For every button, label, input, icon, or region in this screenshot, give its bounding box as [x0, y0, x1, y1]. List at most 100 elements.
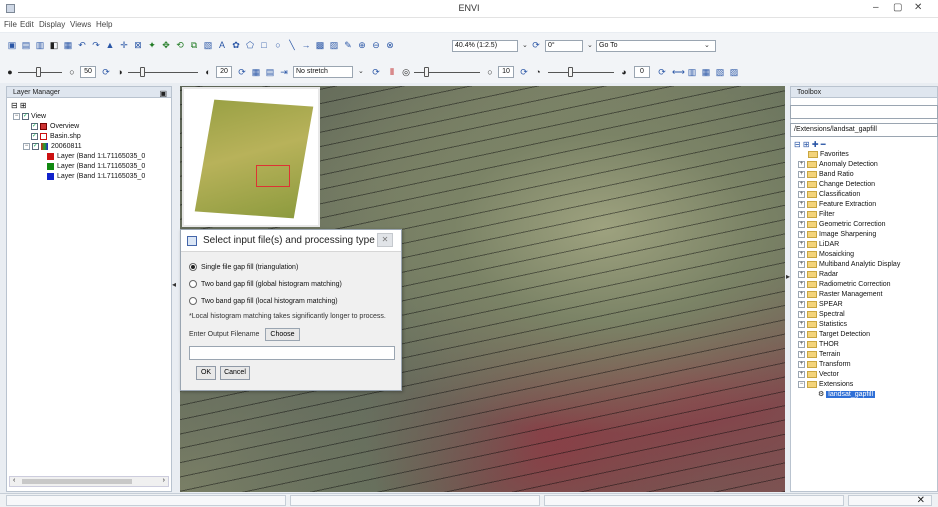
toolbox-folder-transform[interactable]: + Transform — [798, 360, 851, 369]
chevron-down-icon[interactable]: ⌄ — [522, 41, 528, 49]
polygon-icon[interactable]: ⬠ — [244, 39, 256, 51]
sharpen-slider-thumb[interactable] — [424, 67, 429, 77]
toolbox-folder-statistics[interactable]: + Statistics — [798, 320, 847, 329]
open-icon[interactable]: ▣ — [6, 39, 18, 51]
menu-views[interactable]: Views — [70, 20, 91, 29]
expand-icon[interactable]: + — [798, 350, 805, 358]
select-icon[interactable]: ▲ — [104, 39, 116, 51]
toolbox-search-input[interactable] — [790, 105, 938, 119]
symbol-icon[interactable]: ✿ — [230, 39, 242, 51]
visibility-checkbox[interactable]: ✓ — [32, 142, 39, 150]
pan-icon[interactable]: ✥ — [160, 39, 172, 51]
toolbox-folder-spectral[interactable]: + Spectral — [798, 310, 845, 319]
expand-icon[interactable]: + — [798, 210, 805, 218]
scroll-thumb[interactable] — [22, 479, 132, 484]
expand-icon[interactable]: + — [798, 260, 805, 268]
chevron-down-icon[interactable]: ⌄ — [704, 41, 710, 49]
expand-icon[interactable]: + — [798, 240, 805, 248]
portal-icon[interactable]: ⧉ — [188, 39, 200, 51]
measure-icon[interactable]: ✎ — [342, 39, 354, 51]
horizontal-scrollbar[interactable]: ‹ › — [9, 476, 169, 487]
stretch-histogram-icon[interactable]: ▦ — [250, 66, 262, 78]
picture-icon[interactable]: ▩ — [314, 39, 326, 51]
crosshair-icon[interactable]: ✛ — [118, 39, 130, 51]
ellipse-icon[interactable]: ○ — [272, 39, 284, 51]
chip-view-icon[interactable]: ▨ — [728, 66, 740, 78]
minimize-button[interactable]: – — [873, 2, 879, 13]
expand-icon[interactable]: + — [798, 330, 805, 338]
expand-icon[interactable]: + — [798, 160, 805, 168]
toolbox-folder-radiometric-correction[interactable]: + Radiometric Correction — [798, 280, 891, 289]
transparency-value[interactable]: 0 — [634, 66, 650, 78]
ok-button[interactable]: OK — [196, 366, 216, 380]
tree-item-band-red[interactable]: Layer (Band 1:L71165035_0 — [47, 152, 145, 161]
toolbox-folder-vector[interactable]: + Vector — [798, 370, 839, 379]
reset-transparency-icon[interactable]: ⟳ — [656, 66, 668, 78]
overview-window[interactable] — [182, 87, 320, 227]
reset-contrast-icon[interactable]: ⟳ — [236, 66, 248, 78]
cursor-value-icon[interactable]: ◧ — [48, 39, 60, 51]
chevron-down-icon[interactable]: ⌄ — [587, 41, 593, 49]
expand-icon[interactable]: + — [798, 360, 805, 368]
chevron-down-icon[interactable]: ⌄ — [358, 67, 364, 75]
redo-icon[interactable]: ↷ — [90, 39, 102, 51]
reset-brightness-icon[interactable]: ⟳ — [100, 66, 112, 78]
layer-manager-icon[interactable]: ▥ — [34, 39, 46, 51]
visibility-checkbox[interactable]: ✓ — [22, 112, 29, 120]
visibility-checkbox[interactable]: ✓ — [31, 122, 38, 130]
rectangle-icon[interactable]: □ — [258, 39, 270, 51]
expand-icon[interactable]: + — [798, 290, 805, 298]
expand-icon[interactable]: + — [798, 280, 805, 288]
undo-icon[interactable]: ↶ — [76, 39, 88, 51]
toolbox-folder-image-sharpening[interactable]: + Image Sharpening — [798, 230, 876, 239]
fly-icon[interactable]: ✦ — [146, 39, 158, 51]
sharpen-value[interactable]: 10 — [498, 66, 514, 78]
output-filename-input[interactable] — [189, 346, 395, 360]
plot-icon[interactable]: ▨ — [328, 39, 340, 51]
goto-field[interactable]: Go To — [596, 40, 716, 52]
line-icon[interactable]: ╲ — [286, 39, 298, 51]
collapse-all-icon[interactable]: ⊟ ⊞ — [11, 101, 27, 110]
choose-button[interactable]: Choose — [265, 328, 300, 341]
zoom-in-icon[interactable]: ⊕ — [356, 39, 368, 51]
toolbox-folder-lidar[interactable]: + LiDAR — [798, 240, 839, 249]
rotation-select[interactable]: 0° — [545, 40, 583, 52]
reset-stretch-icon[interactable]: ⟳ — [370, 66, 382, 78]
expand-icon[interactable]: + — [798, 270, 805, 278]
toolbox-folder-anomaly-detection[interactable]: + Anomaly Detection — [798, 160, 878, 169]
expand-icon[interactable]: + — [798, 190, 805, 198]
collapse-icon[interactable]: − — [13, 112, 20, 120]
dialog-close-button[interactable]: ✕ — [377, 233, 393, 247]
contrast-slider-track[interactable] — [128, 72, 198, 73]
maximize-button[interactable]: ▢ — [893, 2, 902, 13]
zoom-out-icon[interactable]: ⊖ — [370, 39, 382, 51]
toolbox-folder-raster-management[interactable]: + Raster Management — [798, 290, 882, 299]
overview-view-box[interactable] — [256, 165, 290, 187]
radio-button[interactable] — [189, 280, 197, 289]
zoom-level-select[interactable]: 40.4% (1:2.5) — [452, 40, 518, 52]
toolbox-folder-band-ratio[interactable]: + Band Ratio — [798, 170, 854, 179]
expand-icon[interactable]: + — [798, 300, 805, 308]
menu-file[interactable]: File — [4, 20, 17, 29]
rotate-view-icon[interactable]: ⟳ — [530, 39, 542, 51]
menu-help[interactable]: Help — [96, 20, 112, 29]
toolbox-folder-thor[interactable]: + THOR — [798, 340, 839, 349]
toolbox-folder-spear[interactable]: + SPEAR — [798, 300, 843, 309]
arrow-icon[interactable]: → — [300, 39, 312, 51]
expand-icon[interactable]: + — [798, 310, 805, 318]
toolbox-folder-feature-extraction[interactable]: + Feature Extraction — [798, 200, 876, 209]
radio-button[interactable] — [189, 297, 197, 306]
tree-item-view[interactable]: − ✓ View — [13, 112, 46, 121]
toolbox-folder-geometric-correction[interactable]: + Geometric Correction — [798, 220, 886, 229]
cancel-process-icon[interactable]: ✕ — [917, 495, 925, 506]
toolbox-folder-change-detection[interactable]: + Change Detection — [798, 180, 875, 189]
scroll-right-icon[interactable]: › — [163, 477, 165, 484]
toolbox-folder-multiband-analytic-display[interactable]: + Multiband Analytic Display — [798, 260, 900, 269]
menu-display[interactable]: Display — [39, 20, 65, 29]
cancel-button[interactable]: Cancel — [220, 366, 250, 380]
toolbox-folder-radar[interactable]: + Radar — [798, 270, 838, 279]
menu-edit[interactable]: Edit — [20, 20, 34, 29]
collapse-icon[interactable]: − — [23, 142, 30, 150]
transparency-slider-thumb[interactable] — [568, 67, 573, 77]
expand-icon[interactable]: + — [798, 340, 805, 348]
